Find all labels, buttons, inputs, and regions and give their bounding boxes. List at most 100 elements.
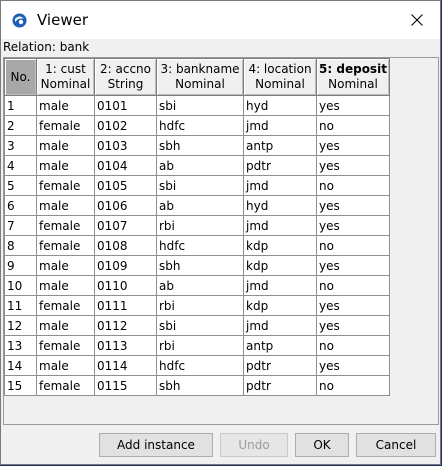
table-cell[interactable]: antp: [243, 335, 317, 356]
table-cell[interactable]: yes: [316, 295, 390, 316]
table-cell[interactable]: 0102: [94, 115, 157, 136]
undo-button[interactable]: Undo: [220, 433, 288, 457]
table-cell[interactable]: sbh: [156, 255, 244, 276]
table-row[interactable]: 11 female 0111 rbi kdp yes: [4, 295, 390, 316]
column-header-accno[interactable]: 2: accno String: [94, 58, 157, 96]
table-row[interactable]: 7 female 0107 rbi jmd yes: [4, 215, 390, 236]
table-cell[interactable]: kdp: [243, 255, 317, 276]
close-button[interactable]: [394, 1, 440, 39]
table-cell[interactable]: 0115: [94, 375, 157, 396]
add-instance-button[interactable]: Add instance: [99, 433, 213, 457]
table-cell[interactable]: ab: [156, 155, 244, 176]
table-cell[interactable]: hyd: [243, 95, 317, 116]
table-cell[interactable]: female: [36, 175, 95, 196]
table-cell[interactable]: yes: [316, 215, 390, 236]
table-cell[interactable]: male: [36, 355, 95, 376]
title-bar[interactable]: Viewer: [1, 1, 440, 39]
table-cell[interactable]: 0106: [94, 195, 157, 216]
table-cell[interactable]: no: [316, 115, 390, 136]
table-cell[interactable]: no: [316, 335, 390, 356]
column-header-deposit[interactable]: 5: deposit Nominal: [316, 58, 390, 96]
table-row[interactable]: 12 male 0112 sbi jmd yes: [4, 315, 390, 336]
table-cell[interactable]: male: [36, 255, 95, 276]
table-cell[interactable]: kdp: [243, 235, 317, 256]
table-cell[interactable]: jmd: [243, 115, 317, 136]
table-cell[interactable]: 0109: [94, 255, 157, 276]
table-cell[interactable]: jmd: [243, 175, 317, 196]
table-cell[interactable]: sbh: [156, 135, 244, 156]
table-cell[interactable]: no: [316, 275, 390, 296]
table-cell[interactable]: male: [36, 275, 95, 296]
table-cell[interactable]: 0111: [94, 295, 157, 316]
table-cell[interactable]: yes: [316, 255, 390, 276]
table-row[interactable]: 2 female 0102 hdfc jmd no: [4, 115, 390, 136]
table-row[interactable]: 6 male 0106 ab hyd yes: [4, 195, 390, 216]
table-cell[interactable]: sbh: [156, 375, 244, 396]
table-cell[interactable]: male: [36, 95, 95, 116]
table-cell[interactable]: hdfc: [156, 115, 244, 136]
table-cell[interactable]: rbi: [156, 335, 244, 356]
table-row[interactable]: 8 female 0108 hdfc kdp no: [4, 235, 390, 256]
table-cell[interactable]: sbi: [156, 315, 244, 336]
table-cell[interactable]: ab: [156, 195, 244, 216]
table-cell[interactable]: 0110: [94, 275, 157, 296]
table-cell[interactable]: no: [316, 235, 390, 256]
table-cell[interactable]: jmd: [243, 275, 317, 296]
table-cell[interactable]: 0105: [94, 175, 157, 196]
table-cell[interactable]: jmd: [243, 215, 317, 236]
table-cell[interactable]: female: [36, 335, 95, 356]
column-header-bankname[interactable]: 3: bankname Nominal: [156, 58, 244, 96]
table-cell[interactable]: yes: [316, 315, 390, 336]
table-cell[interactable]: male: [36, 195, 95, 216]
table-row[interactable]: 9 male 0109 sbh kdp yes: [4, 255, 390, 276]
table-cell[interactable]: hdfc: [156, 235, 244, 256]
table-row[interactable]: 15 female 0115 sbh pdtr no: [4, 375, 390, 396]
table-cell[interactable]: jmd: [243, 315, 317, 336]
table-cell[interactable]: female: [36, 235, 95, 256]
table-cell[interactable]: 0107: [94, 215, 157, 236]
table-cell[interactable]: female: [36, 375, 95, 396]
table-cell[interactable]: sbi: [156, 175, 244, 196]
table-cell[interactable]: yes: [316, 355, 390, 376]
table-cell[interactable]: rbi: [156, 295, 244, 316]
table-cell[interactable]: female: [36, 295, 95, 316]
table-cell[interactable]: kdp: [243, 295, 317, 316]
table-cell[interactable]: ab: [156, 275, 244, 296]
column-header-cust[interactable]: 1: cust Nominal: [36, 58, 95, 96]
table-cell[interactable]: male: [36, 315, 95, 336]
table-row[interactable]: 3 male 0103 sbh antp yes: [4, 135, 390, 156]
table-cell[interactable]: no: [316, 375, 390, 396]
table-cell[interactable]: pdtr: [243, 355, 317, 376]
column-header-location[interactable]: 4: location Nominal: [243, 58, 317, 96]
table-cell[interactable]: rbi: [156, 215, 244, 236]
table-cell[interactable]: yes: [316, 135, 390, 156]
table-cell[interactable]: pdtr: [243, 375, 317, 396]
ok-button[interactable]: OK: [295, 433, 349, 457]
table-cell[interactable]: 0113: [94, 335, 157, 356]
table-cell[interactable]: female: [36, 215, 95, 236]
table-cell[interactable]: 0104: [94, 155, 157, 176]
table-cell[interactable]: female: [36, 115, 95, 136]
table-cell[interactable]: pdtr: [243, 155, 317, 176]
table-cell[interactable]: 0112: [94, 315, 157, 336]
table-cell[interactable]: 0114: [94, 355, 157, 376]
table-row[interactable]: 13 female 0113 rbi antp no: [4, 335, 390, 356]
table-cell[interactable]: hyd: [243, 195, 317, 216]
table-cell[interactable]: antp: [243, 135, 317, 156]
cancel-button[interactable]: Cancel: [356, 433, 436, 457]
table-row[interactable]: 4 male 0104 ab pdtr yes: [4, 155, 390, 176]
table-cell[interactable]: no: [316, 175, 390, 196]
table-cell[interactable]: 0108: [94, 235, 157, 256]
table-row[interactable]: 10 male 0110 ab jmd no: [4, 275, 390, 296]
table-row[interactable]: 14 male 0114 hdfc pdtr yes: [4, 355, 390, 376]
column-header-no[interactable]: No.: [4, 58, 37, 96]
table-cell[interactable]: yes: [316, 195, 390, 216]
table-cell[interactable]: male: [36, 155, 95, 176]
table-cell[interactable]: 0101: [94, 95, 157, 116]
table-cell[interactable]: 0103: [94, 135, 157, 156]
table-cell[interactable]: yes: [316, 95, 390, 116]
table-row[interactable]: 5 female 0105 sbi jmd no: [4, 175, 390, 196]
table-row[interactable]: 1 male 0101 sbi hyd yes: [4, 95, 390, 116]
table-cell[interactable]: sbi: [156, 95, 244, 116]
table-cell[interactable]: hdfc: [156, 355, 244, 376]
